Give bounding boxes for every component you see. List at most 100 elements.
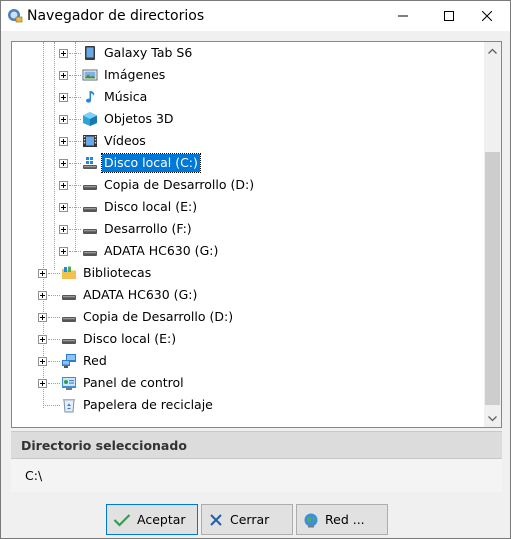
maximize-icon xyxy=(444,11,454,21)
close-icon xyxy=(210,513,222,526)
tree-line xyxy=(43,42,44,408)
drive-icon xyxy=(62,317,76,322)
videos-icon xyxy=(83,135,97,147)
tree-line xyxy=(69,229,81,230)
tree-line xyxy=(75,42,76,252)
expand-toggle[interactable] xyxy=(59,71,68,80)
music-icon xyxy=(86,91,95,103)
expand-toggle[interactable] xyxy=(59,247,68,256)
tree-item-label: Copia de Desarrollo (D:) xyxy=(104,177,255,192)
expand-toggle[interactable] xyxy=(59,115,68,124)
tree-item[interactable]: Copia de Desarrollo (D:) xyxy=(61,306,235,328)
tree-line xyxy=(69,119,81,120)
libraries-icon xyxy=(62,266,76,279)
tree-line xyxy=(48,339,60,340)
tree-item-label: Disco local (C:) xyxy=(101,153,201,173)
drive-windows-icon xyxy=(83,157,97,169)
tree-item-label: Imágenes xyxy=(104,67,166,82)
scroll-down-button[interactable] xyxy=(484,410,501,427)
tree-item-label: Panel de control xyxy=(83,375,184,390)
minimize-button[interactable] xyxy=(380,1,426,31)
title-bar[interactable]: Navegador de directorios xyxy=(1,1,510,31)
selected-directory-area: C:\ xyxy=(11,459,502,492)
tree-line xyxy=(48,273,60,274)
expand-toggle[interactable] xyxy=(59,49,68,58)
tree-item[interactable]: Bibliotecas xyxy=(61,262,153,284)
tree-item[interactable]: Desarrollo (F:) xyxy=(82,218,194,240)
expand-toggle[interactable] xyxy=(38,313,47,322)
expand-toggle[interactable] xyxy=(59,181,68,190)
scrollbar-thumb[interactable] xyxy=(485,152,500,405)
tree-item-label: ADATA HC630 (G:) xyxy=(104,243,219,258)
close-icon xyxy=(482,11,492,21)
tree-item[interactable]: Papelera de reciclaje xyxy=(61,394,215,416)
recycle-bin-icon xyxy=(63,399,75,413)
control-panel-icon xyxy=(62,377,76,390)
tree-item-label: Bibliotecas xyxy=(83,265,152,280)
chevron-down-icon xyxy=(488,415,497,421)
expand-toggle[interactable] xyxy=(59,225,68,234)
tree-item[interactable]: Disco local (E:) xyxy=(82,196,199,218)
close-button[interactable]: Cerrar xyxy=(201,504,293,535)
drive-icon xyxy=(83,207,97,212)
tree-item-label: ADATA HC630 (G:) xyxy=(83,287,198,302)
vertical-scrollbar[interactable] xyxy=(484,42,501,427)
minimize-icon xyxy=(398,15,408,17)
tree-line xyxy=(69,163,81,164)
tree-item[interactable]: Galaxy Tab S6 xyxy=(82,42,194,64)
tree-item[interactable]: ADATA HC630 (G:) xyxy=(61,284,199,306)
tree-line xyxy=(54,42,55,270)
tree-item-label: Objetos 3D xyxy=(104,111,174,126)
tree-content: Galaxy Tab S6 Imágenes Música Objetos 3D xyxy=(12,42,484,427)
tree-item-label: Papelera de reciclaje xyxy=(83,397,213,412)
expand-toggle[interactable] xyxy=(59,93,68,102)
directory-tree[interactable]: Galaxy Tab S6 Imágenes Música Objetos 3D xyxy=(11,41,502,428)
tree-item-selected[interactable]: Disco local (C:) xyxy=(82,152,201,174)
expand-toggle[interactable] xyxy=(59,137,68,146)
accept-button[interactable]: Aceptar xyxy=(106,504,198,535)
close-window-button[interactable] xyxy=(464,1,510,31)
pictures-icon xyxy=(82,69,98,81)
expand-toggle[interactable] xyxy=(38,357,47,366)
tree-line xyxy=(69,75,81,76)
selected-path: C:\ xyxy=(25,468,43,483)
tree-line xyxy=(69,53,81,54)
network-icon xyxy=(62,354,76,368)
tree-line xyxy=(69,185,81,186)
network-button-label: Red ... xyxy=(325,512,365,527)
expand-toggle[interactable] xyxy=(59,203,68,212)
globe-icon xyxy=(304,513,318,527)
network-button[interactable]: Red ... xyxy=(296,504,388,535)
tree-line xyxy=(48,295,60,296)
scroll-up-button[interactable] xyxy=(484,42,501,59)
tree-line xyxy=(43,405,60,406)
expand-toggle[interactable] xyxy=(59,159,68,168)
expand-toggle[interactable] xyxy=(38,335,47,344)
tree-item[interactable]: Red xyxy=(61,350,109,372)
expand-toggle[interactable] xyxy=(38,379,47,388)
selected-directory-header: Directorio seleccionado xyxy=(11,431,502,459)
drive-icon xyxy=(62,295,76,300)
3d-objects-icon xyxy=(83,112,97,126)
tree-item-label: Disco local (E:) xyxy=(83,331,177,346)
expand-toggle[interactable] xyxy=(38,269,47,278)
tree-item[interactable]: Objetos 3D xyxy=(82,108,176,130)
tree-item[interactable]: Música xyxy=(82,86,149,108)
tree-item-label: Vídeos xyxy=(104,133,146,148)
tree-item[interactable]: ADATA HC630 (G:) xyxy=(82,240,220,262)
tree-line xyxy=(48,383,60,384)
checkmark-icon xyxy=(113,513,131,527)
close-button-label: Cerrar xyxy=(230,512,270,527)
tree-item-label: Desarrollo (F:) xyxy=(104,221,192,236)
chevron-up-icon xyxy=(488,48,497,54)
tree-item[interactable]: Disco local (E:) xyxy=(61,328,178,350)
tree-item[interactable]: Panel de control xyxy=(61,372,186,394)
tree-item[interactable]: Imágenes xyxy=(82,64,167,86)
tree-item[interactable]: Copia de Desarrollo (D:) xyxy=(82,174,256,196)
tree-line xyxy=(69,251,81,252)
expand-toggle[interactable] xyxy=(38,291,47,300)
section-title: Directorio seleccionado xyxy=(21,438,187,453)
accept-button-label: Aceptar xyxy=(137,512,186,527)
folder-browser-icon xyxy=(8,9,23,23)
tree-item[interactable]: Vídeos xyxy=(82,130,148,152)
